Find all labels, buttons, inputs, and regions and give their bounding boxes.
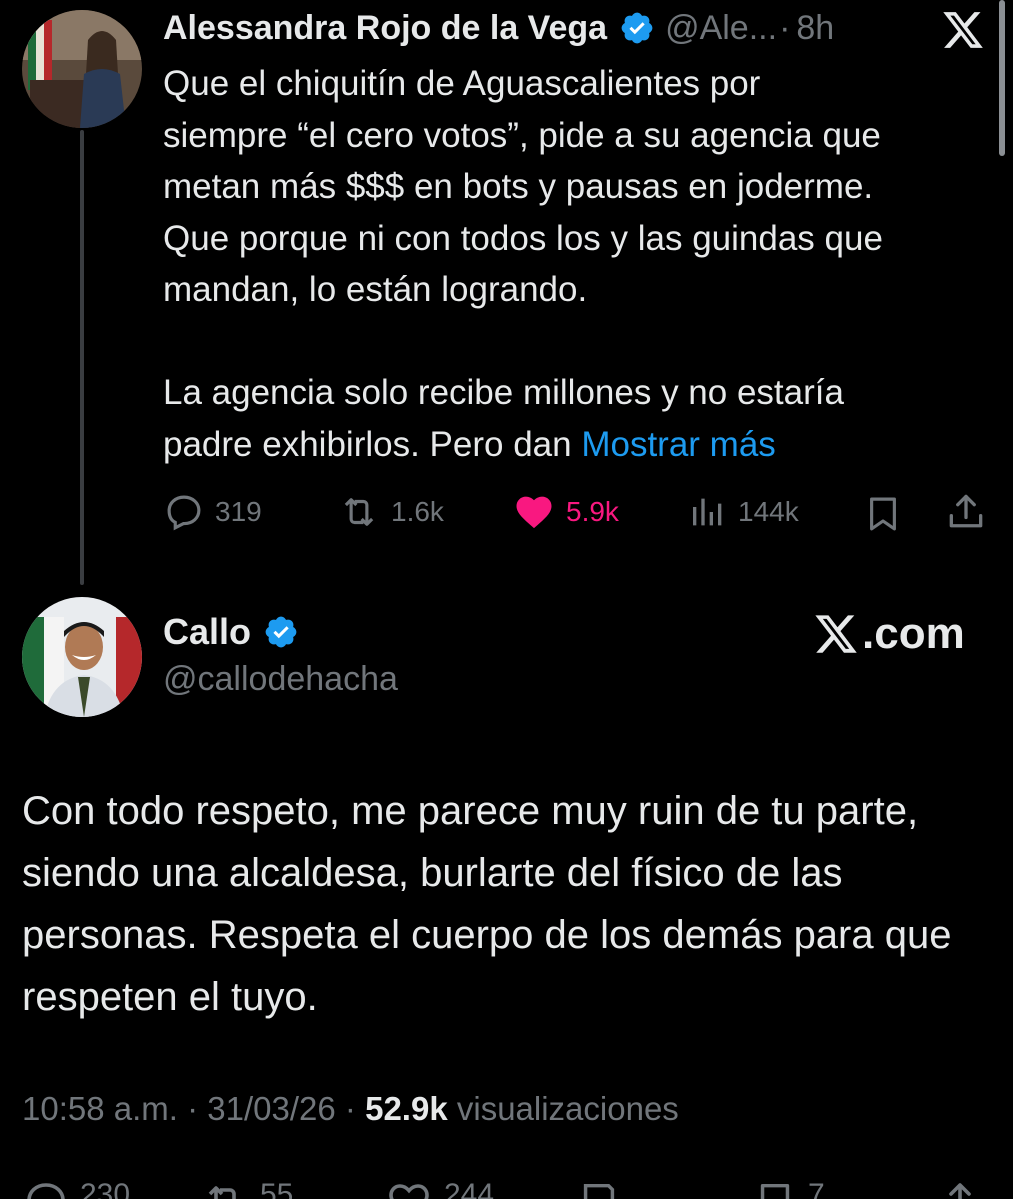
separator-dot: · xyxy=(344,1090,356,1127)
tweet1-line-3: metan más $$$ en bots y pausas en joderm… xyxy=(163,167,874,206)
tweet1-line-1: Que el chiquitín de Aguascalientes por xyxy=(163,64,761,103)
like-icon xyxy=(389,1184,429,1199)
like-count: 244 xyxy=(444,1178,495,1199)
tweet2-action-bar: 230 55 244 7 xyxy=(0,1172,1013,1199)
x-logo-icon xyxy=(815,615,857,653)
verified-badge-icon xyxy=(619,10,655,46)
author-name[interactable]: Alessandra Rojo de la Vega xyxy=(163,9,607,48)
tweet1-line-5: mandan, lo están logrando. xyxy=(163,270,588,309)
avatar-callo[interactable] xyxy=(22,597,142,717)
tweet1-line-2: siempre “el cero votos”, pide a su agenc… xyxy=(163,115,881,155)
share-button[interactable] xyxy=(944,488,988,536)
reply-count: 319 xyxy=(215,496,262,527)
like-icon xyxy=(516,496,552,529)
tweet1-line-4: Que porque ni con todos los y las guinda… xyxy=(163,218,883,258)
like-button[interactable]: 244 xyxy=(384,1178,494,1199)
tweet1-line-7: padre exhibirlos. Pero dan Mostrar más xyxy=(163,419,1003,471)
repost-count: 55 xyxy=(260,1178,294,1199)
author-handle[interactable]: @callodehacha xyxy=(163,660,398,699)
bookmark-icon xyxy=(760,1183,790,1199)
repost-button[interactable]: 1.6k xyxy=(337,488,444,536)
reply-icon xyxy=(27,1183,65,1199)
repost-icon xyxy=(344,498,374,526)
reply-button[interactable]: 230 xyxy=(22,1178,130,1199)
post-date[interactable]: 31/03/26 xyxy=(207,1090,335,1127)
share-button[interactable] xyxy=(936,1178,984,1199)
like-button[interactable]: 5.9k xyxy=(512,488,619,536)
repost-button[interactable]: 55 xyxy=(200,1178,293,1199)
tweet2-text: Con todo respeto, me parece muy ruin de … xyxy=(22,789,952,1019)
verified-badge-icon xyxy=(263,614,299,650)
bookmark-button[interactable]: 7 xyxy=(752,1178,825,1199)
reply-icon xyxy=(167,495,201,531)
tweet2-header: Callo xyxy=(163,608,299,656)
tweet1-header: Alessandra Rojo de la Vega @Ale... · 8h xyxy=(163,2,834,54)
author-handle[interactable]: @Ale... xyxy=(665,9,777,48)
tweet1-text: Que el chiquitín de Aguascalientes por s… xyxy=(163,58,1003,470)
bookmark-count: 7 xyxy=(808,1178,825,1199)
x-logo-icon[interactable] xyxy=(940,8,986,52)
views-button[interactable] xyxy=(576,1178,622,1199)
xcom-text: .com xyxy=(862,609,965,658)
xcom-watermark: .com xyxy=(812,609,965,659)
like-count: 5.9k xyxy=(566,496,619,527)
thread-connector-line xyxy=(80,130,84,585)
views-icon xyxy=(693,498,722,526)
views-label: visualizaciones xyxy=(456,1090,679,1127)
repost-count: 1.6k xyxy=(391,496,444,527)
tweet2-meta: 10:58 a.m. · 31/03/26 · 52.9k visualizac… xyxy=(22,1090,679,1128)
views-icon xyxy=(583,1183,615,1199)
views-button[interactable]: 144k xyxy=(688,488,799,536)
separator-dot: · xyxy=(187,1090,199,1127)
views-total: 52.9k xyxy=(365,1090,448,1127)
author-name[interactable]: Callo xyxy=(163,611,251,653)
share-icon xyxy=(949,494,983,528)
views-count: 144k xyxy=(738,496,799,527)
share-icon xyxy=(949,1183,971,1199)
avatar-alessandra[interactable] xyxy=(22,10,142,128)
tweet1-line-6: La agencia solo recibe millones y no est… xyxy=(163,373,844,412)
tweet1-line-7-text: padre exhibirlos. Pero dan xyxy=(163,424,572,464)
bookmark-button[interactable] xyxy=(862,490,904,538)
reply-count: 230 xyxy=(80,1178,131,1199)
separator-dot: · xyxy=(779,8,791,47)
reply-button[interactable]: 319 xyxy=(163,488,262,536)
post-time[interactable]: 10:58 a.m. xyxy=(22,1090,178,1127)
repost-icon xyxy=(208,1186,236,1199)
show-more-link[interactable]: Mostrar más xyxy=(581,425,775,464)
tweet-time[interactable]: 8h xyxy=(796,9,834,48)
bookmark-icon xyxy=(870,497,896,531)
